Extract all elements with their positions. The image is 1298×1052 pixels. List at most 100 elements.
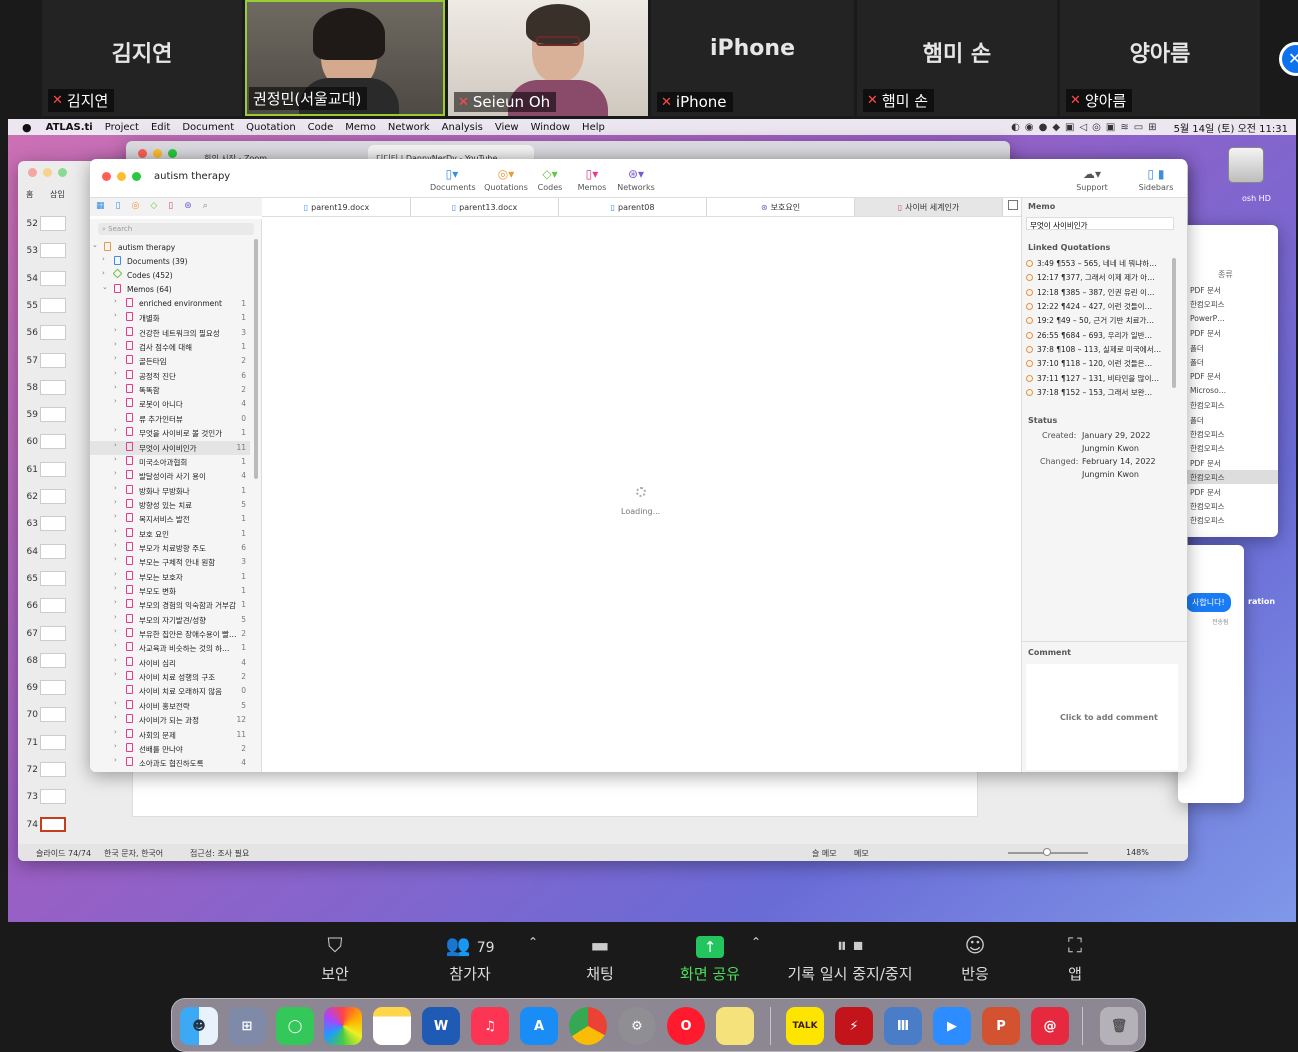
menu-window[interactable]: Window [531, 122, 570, 133]
project-root[interactable]: ⌄ autism therapy [90, 241, 250, 255]
slide-thumbnail[interactable]: 52 [20, 213, 84, 235]
quotations-filter-icon[interactable]: ◎ [131, 201, 150, 211]
menu-help[interactable]: Help [582, 122, 605, 133]
slide-thumbnail[interactable]: 68 [20, 650, 84, 672]
status-icons[interactable]: ◐◉●◆▣◁◎▣≋▭⊞ [1011, 122, 1161, 133]
memo-item[interactable]: › 발달성이라 사기 용이 4 [90, 469, 250, 483]
menu-project[interactable]: Project [105, 122, 139, 133]
finder-icon[interactable]: ☻ [180, 1007, 218, 1045]
menu-view[interactable]: View [495, 122, 519, 133]
memo-item[interactable]: › 부모도 변화 1 [90, 584, 250, 598]
app-store-icon[interactable]: A [520, 1007, 558, 1045]
slide-thumbnail[interactable]: 72 [20, 759, 84, 781]
participant-tile[interactable]: iPhone ✕ iPhone [651, 0, 854, 116]
disclosure-icon[interactable]: › [114, 699, 117, 707]
slide-thumbnail[interactable]: 70 [20, 704, 84, 726]
disclosure-icon[interactable]: › [114, 756, 117, 764]
menu-document[interactable]: Document [182, 122, 234, 133]
launchpad-icon[interactable]: ⊞ [228, 1007, 266, 1045]
disclosure-icon[interactable]: › [114, 326, 117, 334]
ribbon-home[interactable]: 홈 [26, 189, 33, 200]
participant-video-tile[interactable]: 권정민(서울교대) [245, 0, 445, 116]
memo-item[interactable]: › 부유한 집안은 장애수용이 빨… 2 [90, 627, 250, 641]
slide-thumbnail[interactable]: 74 [20, 814, 84, 836]
memo-item[interactable]: › 소아과도 협진하도록 4 [90, 756, 250, 770]
music-icon[interactable]: ♫ [471, 1007, 509, 1045]
menu-edit[interactable]: Edit [151, 122, 170, 133]
quill-icon[interactable]: @ [1031, 1007, 1069, 1045]
split-view-icon[interactable] [1008, 200, 1018, 210]
system-preferences-icon[interactable]: ⚙ [618, 1007, 656, 1045]
memo-item[interactable]: › 방화나 무방화나 1 [90, 484, 250, 498]
disclosure-icon[interactable]: › [114, 311, 117, 319]
memo-item[interactable]: 류 추가인터뷰 0 [90, 412, 250, 426]
disclosure-icon[interactable]: › [114, 570, 117, 578]
linked-quotation[interactable]: 12:17 ¶377, 그래서 이제 제가 아… [1026, 272, 1172, 286]
disclosure-icon[interactable]: › [114, 297, 117, 305]
linked-quotation[interactable]: 37:10 ¶118 – 120, 이런 것들은… [1026, 358, 1172, 372]
disclosure-icon[interactable]: › [114, 641, 117, 649]
word-icon[interactable]: W [422, 1007, 460, 1045]
memo-item[interactable]: › 로봇이 아니다 4 [90, 397, 250, 411]
slide-thumbnail[interactable]: 53 [20, 240, 84, 262]
memos-button[interactable]: ▯▾ Memos [574, 167, 610, 192]
messages-window[interactable]: 사합니다! 전송됨 [1178, 545, 1244, 803]
documents-button[interactable]: ▯▾ Documents [430, 167, 476, 192]
hangul-icon[interactable]: Ⅲ [884, 1007, 922, 1045]
memo-item[interactable]: › 복지서비스 발전 1 [90, 512, 250, 526]
navigator-scrollbar[interactable] [254, 239, 258, 479]
disclosure-icon[interactable]: › [114, 627, 117, 635]
tab-network[interactable]: ⊛ 보호요인 [707, 198, 855, 216]
memo-item[interactable]: › 부모의 경험의 익숙함과 거부감 1 [90, 598, 250, 612]
photos-icon[interactable] [324, 1007, 362, 1045]
memo-item[interactable]: › 사이비 치료 성행의 구조 2 [90, 670, 250, 684]
menubar-datetime[interactable]: 5월 14일 (토) 오전 11:31 [1174, 120, 1288, 135]
memo-item[interactable]: › 부모의 자기발견/성향 5 [90, 613, 250, 627]
zoom-icon[interactable]: ▶ [933, 1007, 971, 1045]
documents-filter-icon[interactable]: ▯ [116, 201, 132, 211]
disclosure-icon[interactable]: › [114, 742, 117, 750]
slide-thumbnail[interactable]: 65 [20, 568, 84, 590]
disclosure-icon[interactable]: › [114, 598, 117, 606]
disclosure-icon[interactable]: › [114, 426, 117, 434]
memo-item[interactable]: › 사교육과 비슷하는 것의 하… 1 [90, 641, 250, 655]
quotations-scrollbar[interactable] [1172, 258, 1176, 388]
memo-item[interactable]: › 개별화 1 [90, 311, 250, 325]
codes-filter-icon[interactable]: ◇ [150, 201, 168, 211]
slide-thumbnail[interactable]: 54 [20, 268, 84, 290]
disclosure-icon[interactable]: › [114, 613, 117, 621]
slide-thumbnail[interactable]: 57 [20, 350, 84, 372]
memo-item[interactable]: › 사이비 심리 4 [90, 656, 250, 670]
memo-item[interactable]: › 사이비 홍보전략 5 [90, 699, 250, 713]
atlas-window[interactable]: autism therapy ▯▾ Documents ◎▾ Quotations … [90, 159, 1187, 772]
participant-tile[interactable]: 양아름 ✕ 양아름 [1060, 0, 1260, 116]
hard-disk-icon[interactable] [1228, 147, 1264, 183]
acrobat-icon[interactable]: ⚡ [835, 1007, 873, 1045]
disclosure-icon[interactable]: › [114, 397, 117, 405]
memo-item[interactable]: › 부모는 보호자 1 [90, 570, 250, 584]
disclosure-icon[interactable]: › [114, 369, 117, 377]
memos-filter-icon[interactable]: ▯ [168, 201, 184, 211]
slide-thumbnail[interactable]: 60 [20, 431, 84, 453]
menu-quotation[interactable]: Quotation [246, 122, 296, 133]
disclosure-icon[interactable]: › [114, 713, 117, 721]
documents-group[interactable]: › Documents (39) [90, 255, 250, 269]
disclosure-icon[interactable]: › [114, 512, 117, 520]
tab-document[interactable]: ▯ parent13.docx [411, 198, 559, 216]
slide-thumbnail[interactable]: 61 [20, 459, 84, 481]
linked-quotation[interactable]: 12:18 ¶385 – 387, 인권 유린 이… [1026, 287, 1172, 301]
disclosure-icon[interactable]: › [114, 527, 117, 535]
memo-item[interactable]: › 사이비가 되는 과정 12 [90, 713, 250, 727]
linked-quotation[interactable]: 37:11 ¶127 – 131, 비타민을 많이… [1026, 373, 1172, 387]
menu-memo[interactable]: Memo [345, 122, 376, 133]
notes-icon[interactable] [373, 1007, 411, 1045]
networks-button[interactable]: ⊛▾ Networks [616, 167, 656, 192]
menu-code[interactable]: Code [308, 122, 334, 133]
disclosure-icon[interactable]: › [114, 441, 117, 449]
trash-icon[interactable]: 🗑 [1100, 1007, 1138, 1045]
participant-video-tile[interactable]: ✕ Seieun Oh [448, 0, 648, 116]
ribbon-insert[interactable]: 삽입 [50, 189, 65, 200]
slide-thumbnail[interactable]: 69 [20, 677, 84, 699]
linked-quotation[interactable]: 12:22 ¶424 – 427, 이런 것들이… [1026, 301, 1172, 315]
share-screen-button[interactable]: ↑ 화면 공유 [670, 933, 750, 984]
